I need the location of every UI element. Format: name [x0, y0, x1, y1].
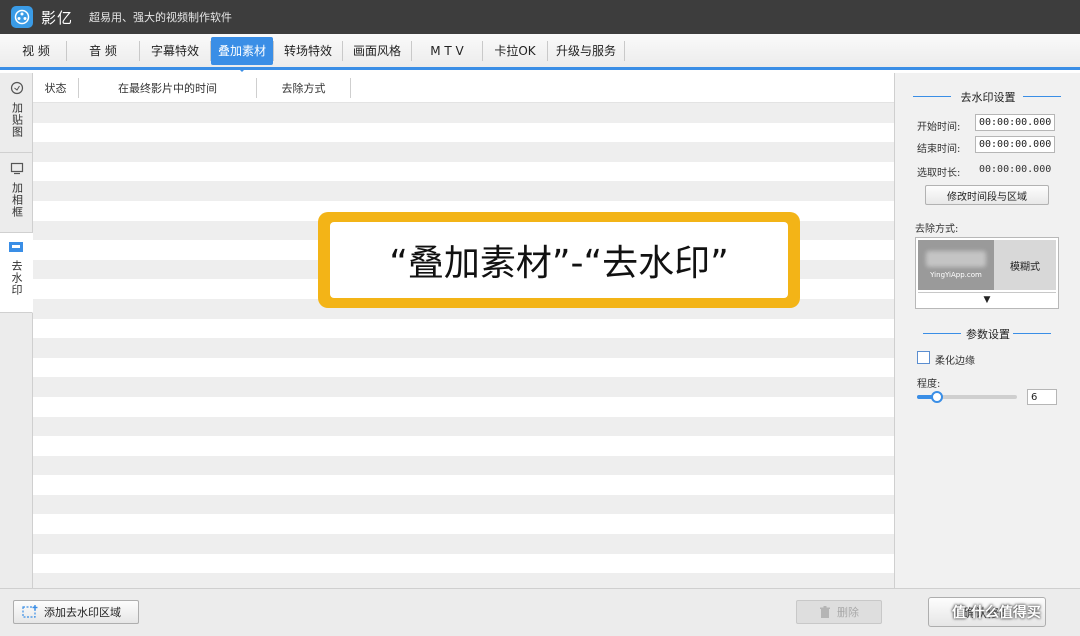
degree-input[interactable]: 6 [1027, 389, 1057, 405]
column-status[interactable]: 状态 [33, 77, 79, 98]
tab-audio[interactable]: 音 频 [67, 37, 139, 65]
side-tab-add-sticker[interactable]: 加贴图 [0, 73, 33, 153]
watermark-icon [8, 241, 24, 256]
callout-banner: “叠加素材”-“去水印” [318, 212, 800, 308]
watermark-settings-panel: 去水印设置 开始时间: 00:00:00.000 结束时间: 00:00:00.… [894, 73, 1080, 588]
tab-divider [624, 40, 625, 61]
tab-mtv[interactable]: M T V [412, 37, 482, 65]
delete-button-label: 删除 [837, 606, 859, 619]
soften-edge-checkbox[interactable] [917, 351, 930, 364]
bottom-toolbar: 添加去水印区域 删除 确认修改 [0, 588, 1080, 636]
tab-video[interactable]: 视 频 [6, 37, 66, 65]
table-row[interactable] [33, 396, 894, 417]
table-row[interactable] [33, 122, 894, 143]
tab-overlay-material[interactable]: 叠加素材 [211, 36, 273, 72]
soften-edge-label: 柔化边缘 [935, 356, 975, 367]
tab-picture-style[interactable]: 画面风格 [343, 37, 411, 65]
blur-mode-option[interactable]: 模糊式 [994, 240, 1056, 290]
table-row[interactable] [33, 142, 894, 162]
sticker-icon [10, 81, 24, 98]
add-area-icon [22, 605, 38, 619]
table-row[interactable] [33, 338, 894, 358]
blur-preview-image [926, 251, 986, 267]
table-row[interactable] [33, 416, 894, 437]
app-logo-icon [11, 6, 33, 28]
list-rows [33, 103, 894, 588]
side-tab-label: 去水印 [10, 260, 23, 296]
add-button-label: 添加去水印区域 [44, 606, 121, 619]
table-row[interactable] [33, 475, 894, 495]
duration-label: 选取时长: [917, 168, 961, 179]
start-time-label: 开始时间: [917, 122, 961, 133]
side-tab-label: 加贴图 [10, 102, 24, 138]
list-header: 状态 在最终影片中的时间 去除方式 [33, 73, 894, 103]
degree-slider[interactable] [917, 391, 1017, 403]
thumbnail-caption: YingYiApp.com [930, 271, 982, 279]
param-section-title: 参数设置 [966, 328, 1010, 341]
watermark-list[interactable]: 状态 在最终影片中的时间 去除方式 [33, 73, 894, 588]
tab-karaoke[interactable]: 卡拉OK [483, 37, 547, 65]
frame-icon [10, 161, 24, 178]
side-tab-remove-watermark[interactable]: 去水印 [0, 233, 33, 313]
slider-handle[interactable] [931, 391, 943, 403]
column-removal-method[interactable]: 去除方式 [257, 77, 351, 98]
title-bar: 影亿 超易用、强大的视频制作软件 [0, 0, 1080, 34]
section-divider [1013, 333, 1051, 334]
degree-label: 程度: [917, 379, 941, 390]
side-tab-bar: 加贴图 加相框 去水印 [0, 73, 33, 588]
table-row[interactable] [33, 494, 894, 515]
trash-icon [819, 605, 831, 619]
add-watermark-area-button[interactable]: 添加去水印区域 [13, 600, 139, 624]
table-row[interactable] [33, 436, 894, 456]
tab-transition-effects[interactable]: 转场特效 [274, 37, 342, 65]
table-row[interactable] [33, 181, 894, 201]
section-title: 去水印设置 [960, 91, 1016, 104]
end-time-label: 结束时间: [917, 144, 961, 155]
tab-upgrade-service[interactable]: 升级与服务 [548, 37, 624, 65]
column-final-time[interactable]: 在最终影片中的时间 [79, 77, 257, 98]
table-row[interactable] [33, 318, 894, 339]
duration-value: 00:00:00.000 [979, 164, 1052, 175]
table-row[interactable] [33, 161, 894, 182]
table-row[interactable] [33, 553, 894, 574]
table-row[interactable] [33, 455, 894, 476]
table-row[interactable] [33, 514, 894, 535]
blur-preview-thumbnail[interactable]: YingYiApp.com [918, 240, 994, 290]
table-row[interactable] [33, 377, 894, 397]
site-watermark: 值 什么值得买 [952, 605, 1041, 621]
chevron-down-icon[interactable]: ▼ [918, 292, 1056, 306]
side-tab-add-frame[interactable]: 加相框 [0, 153, 33, 233]
table-row[interactable] [33, 573, 894, 588]
removal-mode-label: 去除方式: [915, 224, 959, 235]
removal-mode-selector[interactable]: YingYiApp.com 模糊式 ▼ [915, 237, 1059, 309]
delete-button[interactable]: 删除 [796, 600, 882, 624]
app-name: 影亿 [41, 8, 74, 27]
side-tab-label: 加相框 [10, 182, 24, 218]
end-time-input[interactable]: 00:00:00.000 [975, 136, 1055, 153]
start-time-input[interactable]: 00:00:00.000 [975, 114, 1055, 131]
callout-text: “叠加素材”-“去水印” [330, 222, 788, 298]
tab-subtitle-effects[interactable]: 字幕特效 [140, 37, 210, 65]
table-row[interactable] [33, 103, 894, 123]
table-row[interactable] [33, 534, 894, 554]
main-tab-bar: 视 频 音 频 字幕特效 叠加素材 转场特效 画面风格 M T V 卡拉OK 升… [0, 34, 1080, 72]
section-divider [1023, 96, 1061, 97]
app-slogan: 超易用、强大的视频制作软件 [89, 11, 233, 24]
modify-segment-button[interactable]: 修改时间段与区域 [925, 185, 1049, 205]
table-row[interactable] [33, 357, 894, 378]
